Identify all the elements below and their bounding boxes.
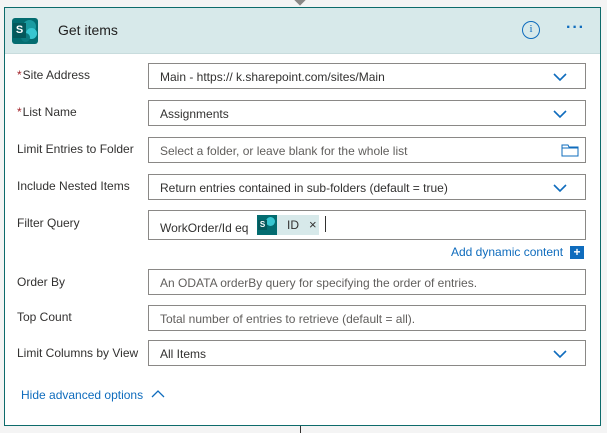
list-name-label: *List Name	[17, 105, 77, 119]
get-items-action-card: S Get items i ··· *Site Address Main - h…	[4, 7, 601, 426]
order-by-input[interactable]: An ODATA orderBy query for specifying th…	[148, 269, 586, 295]
flow-connector-bottom	[300, 426, 301, 433]
card-title: Get items	[58, 22, 118, 38]
nested-items-value: Return entries contained in sub-folders …	[160, 181, 448, 195]
top-count-input[interactable]: Total number of entries to retrieve (def…	[148, 305, 586, 331]
token-remove-icon[interactable]: ×	[309, 217, 317, 232]
list-name-dropdown[interactable]: Assignments	[148, 100, 586, 126]
top-count-placeholder: Total number of entries to retrieve (def…	[160, 312, 416, 326]
limit-folder-placeholder: Select a folder, or leave blank for the …	[160, 144, 408, 158]
list-name-value: Assignments	[160, 107, 229, 121]
limit-columns-label: Limit Columns by View	[17, 346, 139, 360]
card-header[interactable]: S Get items i ···	[5, 8, 600, 54]
site-address-dropdown[interactable]: Main - https:// k.sharepoint.com/sites/M…	[148, 63, 586, 89]
sharepoint-logo-icon: S	[12, 18, 38, 44]
chevron-down-icon[interactable]	[553, 347, 567, 361]
hide-advanced-options-link[interactable]: Hide advanced options	[21, 388, 143, 402]
folder-icon[interactable]	[561, 143, 579, 157]
site-address-label: *Site Address	[17, 68, 91, 82]
text-cursor	[325, 216, 326, 232]
flow-connector-top	[294, 0, 306, 6]
order-by-label: Order By	[17, 275, 66, 289]
chevron-down-icon[interactable]	[553, 107, 567, 121]
add-dynamic-content-link[interactable]: Add dynamic content	[451, 245, 563, 259]
limit-folder-input[interactable]: Select a folder, or leave blank for the …	[148, 137, 586, 163]
filter-query-text: WorkOrder/Id eq	[160, 221, 249, 235]
token-label: ID	[287, 218, 299, 232]
order-by-placeholder: An ODATA orderBy query for specifying th…	[160, 276, 478, 290]
filter-query-input[interactable]: WorkOrder/Id eq S ID ×	[148, 210, 586, 240]
sharepoint-token-icon: S	[257, 215, 277, 235]
top-count-label: Top Count	[17, 310, 72, 324]
chevron-down-icon[interactable]	[553, 70, 567, 84]
add-dynamic-content-plus-icon[interactable]: +	[570, 246, 584, 259]
limit-folder-label: Limit Entries to Folder	[17, 142, 134, 156]
dynamic-content-token[interactable]: S ID ×	[257, 215, 319, 235]
limit-columns-dropdown[interactable]: All Items	[148, 340, 586, 366]
site-address-value: Main - https:// k.sharepoint.com/sites/M…	[160, 70, 385, 84]
filter-query-label: Filter Query	[17, 216, 80, 230]
nested-items-dropdown[interactable]: Return entries contained in sub-folders …	[148, 174, 586, 200]
more-options-icon[interactable]: ···	[566, 20, 588, 38]
limit-columns-value: All Items	[160, 347, 207, 361]
chevron-up-icon[interactable]	[151, 388, 165, 400]
nested-items-label: Include Nested Items	[17, 179, 130, 193]
chevron-down-icon[interactable]	[553, 181, 567, 195]
info-icon[interactable]: i	[522, 21, 540, 39]
